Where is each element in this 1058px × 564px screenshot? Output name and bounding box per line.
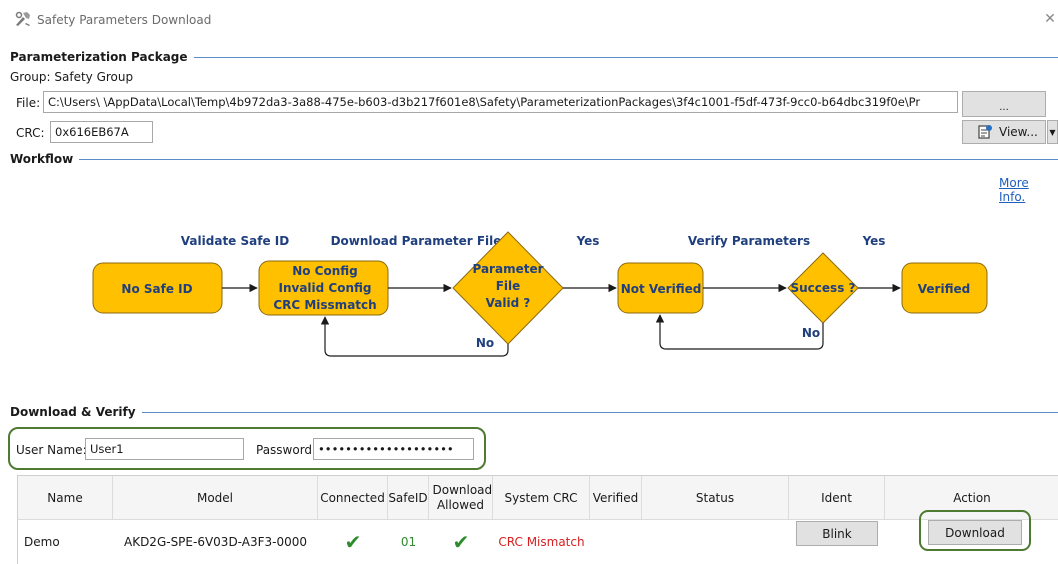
cell-system-crc: CRC Mismatch [498, 535, 585, 549]
node-parameter-line3: Valid ? [486, 296, 531, 310]
cell-status [642, 520, 789, 564]
loop-arrow-no-2 [655, 314, 824, 350]
col-header-ident[interactable]: Ident [789, 476, 885, 520]
col-header-status[interactable]: Status [642, 476, 789, 520]
label-validate-safe-id: Validate Safe ID [181, 234, 289, 248]
download-allowed-check-icon: ✔ [452, 530, 470, 554]
col-header-name[interactable]: Name [18, 476, 113, 520]
label-no-1: No [476, 336, 494, 350]
section-download-verify: Download & Verify [10, 405, 1058, 419]
label-yes-2: Yes [862, 234, 886, 248]
node-no-config-line1: No Config [292, 264, 358, 278]
node-parameter-line1: Parameter [472, 262, 543, 276]
cell-model: AKD2G-SPE-6V03D-A3F3-0000 [123, 535, 308, 549]
col-header-connected[interactable]: Connected [318, 476, 388, 520]
password-label: Password: [256, 443, 317, 457]
user-name-field[interactable]: User1 [85, 438, 244, 460]
node-verified-text: Verified [918, 282, 970, 296]
col-header-download-allowed-label: Download Allowed [432, 483, 493, 512]
section-title: Download & Verify [10, 405, 136, 419]
download-button[interactable]: Download [928, 520, 1022, 545]
password-field[interactable]: •••••••••••••••••••• [313, 438, 474, 460]
connected-check-icon: ✔ [344, 530, 362, 554]
blink-button[interactable]: Blink [796, 521, 878, 546]
col-header-verified[interactable]: Verified [590, 476, 642, 520]
node-no-safe-id-text: No Safe ID [121, 282, 192, 296]
node-parameter-line2: File [496, 279, 521, 293]
cell-verified [590, 520, 642, 564]
label-download-parameter-file: Download Parameter File [331, 234, 502, 248]
col-header-model[interactable]: Model [113, 476, 318, 520]
workflow-diagram: Validate Safe ID Download Parameter File… [92, 231, 988, 357]
col-header-download-allowed[interactable]: Download Allowed [429, 476, 493, 520]
node-no-config-line3: CRC Missmatch [273, 298, 376, 312]
label-no-2: No [802, 326, 820, 340]
user-name-label: User Name: [16, 443, 87, 457]
cell-name: Demo [24, 535, 60, 549]
label-verify-parameters: Verify Parameters [688, 234, 810, 248]
table-header: Name Model Connected SafeID Download All… [18, 476, 1058, 520]
cell-safeid: 01 [400, 535, 417, 549]
node-not-verified-text: Not Verified [621, 282, 702, 296]
node-success-text: Success ? [791, 281, 856, 295]
col-header-safeid[interactable]: SafeID [388, 476, 429, 520]
divider [141, 411, 1058, 413]
label-yes-1: Yes [576, 234, 600, 248]
col-header-system-crc[interactable]: System CRC [493, 476, 590, 520]
node-no-config-line2: Invalid Config [279, 281, 372, 295]
devices-table: Name Model Connected SafeID Download All… [17, 475, 1058, 564]
